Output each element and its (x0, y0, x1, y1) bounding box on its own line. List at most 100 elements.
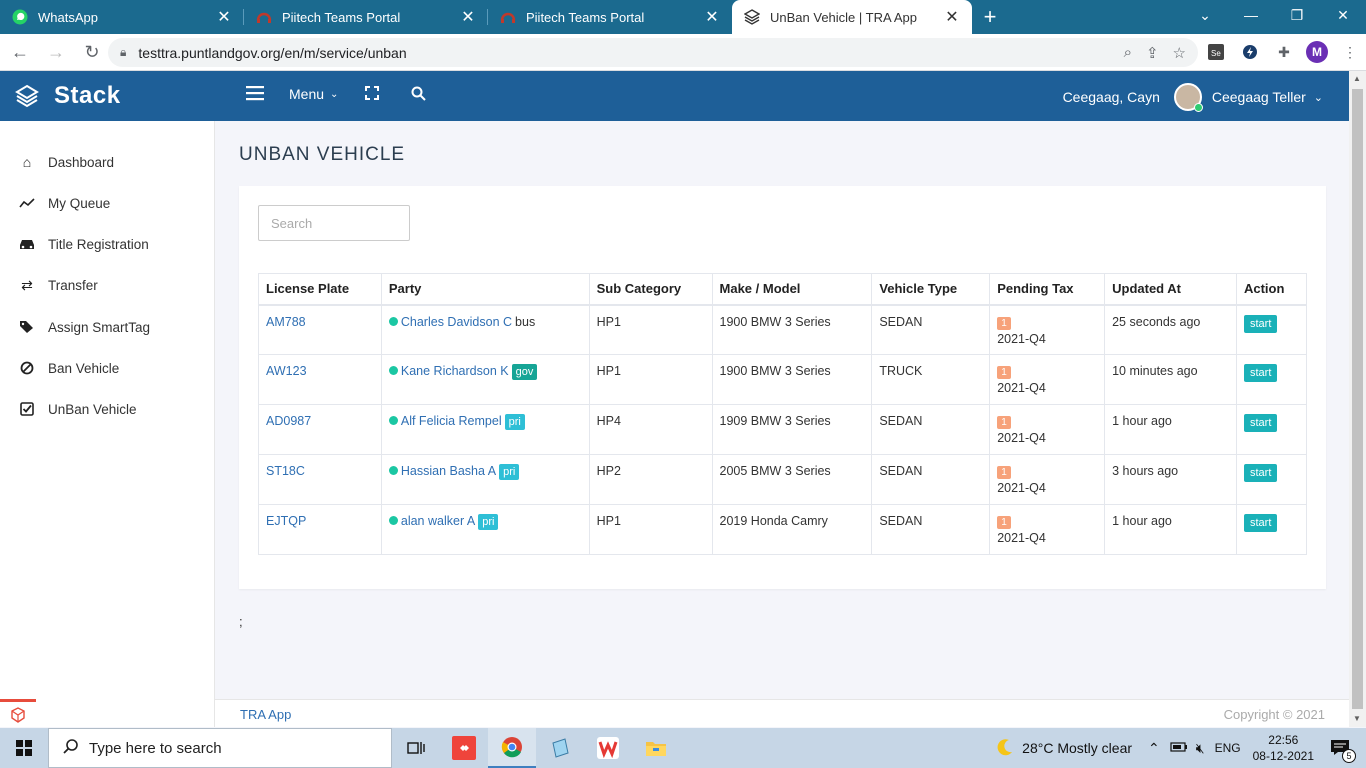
table-row: AW123 Kane Richardson Kgov HP1 1900 BMW … (258, 354, 1308, 405)
browser-tab-whatsapp[interactable]: WhatsApp ✕ (0, 0, 244, 34)
close-tab-icon[interactable]: ✕ (944, 7, 960, 27)
bookmark-star-icon[interactable]: ☆ (1173, 44, 1186, 62)
updated-at-cell: 1 hour ago (1104, 504, 1237, 555)
lock-icon[interactable]: 🔒︎ (120, 45, 126, 60)
search-input[interactable] (258, 205, 410, 241)
start-button[interactable]: start (1243, 364, 1278, 382)
volume-muted-icon[interactable]: 🔇︎ (1196, 740, 1205, 757)
hamburger-icon[interactable] (246, 85, 264, 101)
footer-app-link[interactable]: TRA App (240, 707, 291, 722)
party-link[interactable]: alan walker A (401, 514, 475, 528)
fullscreen-icon[interactable] (365, 86, 379, 100)
party-status-dot (388, 416, 398, 425)
search-icon[interactable] (411, 86, 426, 101)
user-menu[interactable]: Ceegaag, Cayn Ceegaag Teller ⌄ (1063, 83, 1323, 112)
pending-tax-quarter: 2021-Q4 (997, 481, 1046, 495)
battery-icon[interactable] (1170, 740, 1188, 756)
close-tab-icon[interactable]: ✕ (216, 7, 232, 27)
share-icon[interactable]: ⇪ (1146, 44, 1159, 62)
notepad-icon[interactable] (536, 728, 584, 768)
extensions-puzzle-icon[interactable]: ✚ (1272, 40, 1296, 64)
vehicle-type-cell: SEDAN (871, 304, 991, 355)
close-tab-icon[interactable]: ✕ (460, 7, 476, 27)
chrome-icon[interactable] (488, 728, 536, 768)
chevron-up-icon[interactable]: ⌃ (1148, 740, 1160, 757)
start-button[interactable]: start (1243, 314, 1278, 333)
tab-title: Piitech Teams Portal (282, 9, 401, 25)
party-link[interactable]: Hassian Basha A (401, 464, 496, 478)
wps-office-icon[interactable] (584, 728, 632, 768)
back-arrow-icon[interactable]: ← (4, 36, 36, 68)
sidebar-item-unban-vehicle[interactable]: UnBan Vehicle (0, 391, 215, 427)
vehicle-type-cell: SEDAN (871, 404, 991, 455)
browser-tab-piitech-1[interactable]: Piitech Teams Portal ✕ (244, 0, 488, 34)
party-link[interactable]: Charles Davidson C (401, 315, 512, 329)
weather-text[interactable]: 28°C Mostly clear (1022, 740, 1132, 756)
browser-tab-piitech-2[interactable]: Piitech Teams Portal ✕ (488, 0, 732, 34)
notifications-icon[interactable]: 5 (1330, 738, 1356, 763)
user-avatar[interactable] (1173, 83, 1203, 112)
menu-dropdown[interactable]: Menu ⌄ (289, 86, 338, 102)
license-plate-link[interactable]: AD0987 (266, 414, 311, 428)
party-type-badge: pri (504, 414, 525, 430)
more-menu-icon[interactable]: ⋮ (1338, 40, 1362, 64)
license-plate-link[interactable]: EJTQP (266, 514, 306, 528)
pending-tax-badge: 1 (997, 516, 1011, 529)
sidebar-item-dashboard[interactable]: ⌂ Dashboard (0, 144, 215, 180)
sidebar: ⌂ Dashboard My Queue Title Registration … (0, 121, 215, 727)
brand[interactable]: Stack (14, 82, 121, 110)
browser-tab-unban[interactable]: UnBan Vehicle | TRA App ✕ (732, 0, 972, 34)
url-text[interactable]: testtra.puntlandgov.org/en/m/service/unb… (138, 45, 406, 61)
column-header-make-model[interactable]: Make / Model (711, 273, 873, 306)
start-button[interactable]: start (1243, 464, 1278, 482)
windows-taskbar: Type here to search 28°C Mostly clear ⌃ … (0, 728, 1366, 768)
close-window-icon[interactable]: ✕ (1320, 0, 1366, 30)
taskbar-search[interactable]: Type here to search (48, 728, 392, 768)
car-icon (18, 238, 36, 250)
license-plate-link[interactable]: AM788 (266, 315, 306, 329)
column-header-pending-tax[interactable]: Pending Tax (989, 273, 1106, 306)
column-header-license-plate[interactable]: License Plate (258, 273, 382, 306)
url-field[interactable]: 🔒︎ testtra.puntlandgov.org/en/m/service/… (108, 38, 1198, 67)
column-header-updated-at[interactable]: Updated At (1104, 273, 1237, 306)
vertical-scrollbar[interactable]: ▲ ▼ (1349, 71, 1366, 727)
sidebar-item-ban-vehicle[interactable]: Ban Vehicle (0, 350, 215, 386)
zoom-icon[interactable]: ⌕ (1124, 44, 1132, 62)
scrollbar-thumb[interactable] (1352, 89, 1363, 709)
sidebar-item-transfer[interactable]: ⇄ Transfer (0, 267, 215, 303)
sub-category-cell: HP1 (588, 504, 713, 555)
party-link[interactable]: Kane Richardson K (401, 364, 509, 378)
sidebar-item-my-queue[interactable]: My Queue (0, 185, 215, 221)
profile-avatar[interactable]: M (1306, 41, 1328, 63)
party-link[interactable]: Alf Felicia Rempel (401, 414, 502, 428)
forward-arrow-icon[interactable]: → (40, 36, 72, 68)
clock[interactable]: 22:56 08-12-2021 (1253, 732, 1314, 764)
start-button[interactable]: start (1243, 414, 1278, 432)
windows-start-icon[interactable] (0, 728, 48, 768)
reload-icon[interactable]: ↻ (76, 36, 108, 68)
start-button[interactable]: start (1243, 514, 1278, 532)
extension-se-icon[interactable]: Se (1204, 40, 1228, 64)
sidebar-item-label: Dashboard (48, 154, 115, 170)
column-header-sub-category[interactable]: Sub Category (588, 273, 713, 306)
scroll-up-arrow-icon[interactable]: ▲ (1353, 74, 1361, 83)
sidebar-item-title-registration[interactable]: Title Registration (0, 226, 215, 262)
license-plate-link[interactable]: ST18C (266, 464, 305, 478)
anydesk-icon[interactable] (440, 728, 488, 768)
tab-search-chevron-icon[interactable]: ⌄ (1182, 0, 1228, 30)
sidebar-item-assign-smarttag[interactable]: Assign SmartTag (0, 309, 215, 345)
file-explorer-icon[interactable] (632, 728, 680, 768)
make-model-cell: 1909 BMW 3 Series (711, 404, 873, 455)
language-indicator[interactable]: ENG (1215, 741, 1241, 755)
license-plate-link[interactable]: AW123 (266, 364, 307, 378)
laravel-debug-icon[interactable] (0, 699, 36, 727)
restore-icon[interactable]: ❐ (1274, 0, 1320, 30)
extension-bolt-icon[interactable] (1238, 40, 1262, 64)
minimize-icon[interactable]: — (1228, 0, 1274, 30)
new-tab-button[interactable]: + (972, 0, 1008, 34)
column-header-party[interactable]: Party (380, 273, 590, 306)
close-tab-icon[interactable]: ✕ (704, 7, 720, 27)
scroll-down-arrow-icon[interactable]: ▼ (1353, 714, 1361, 723)
task-view-icon[interactable] (392, 728, 440, 768)
column-header-vehicle-type[interactable]: Vehicle Type (871, 273, 991, 306)
